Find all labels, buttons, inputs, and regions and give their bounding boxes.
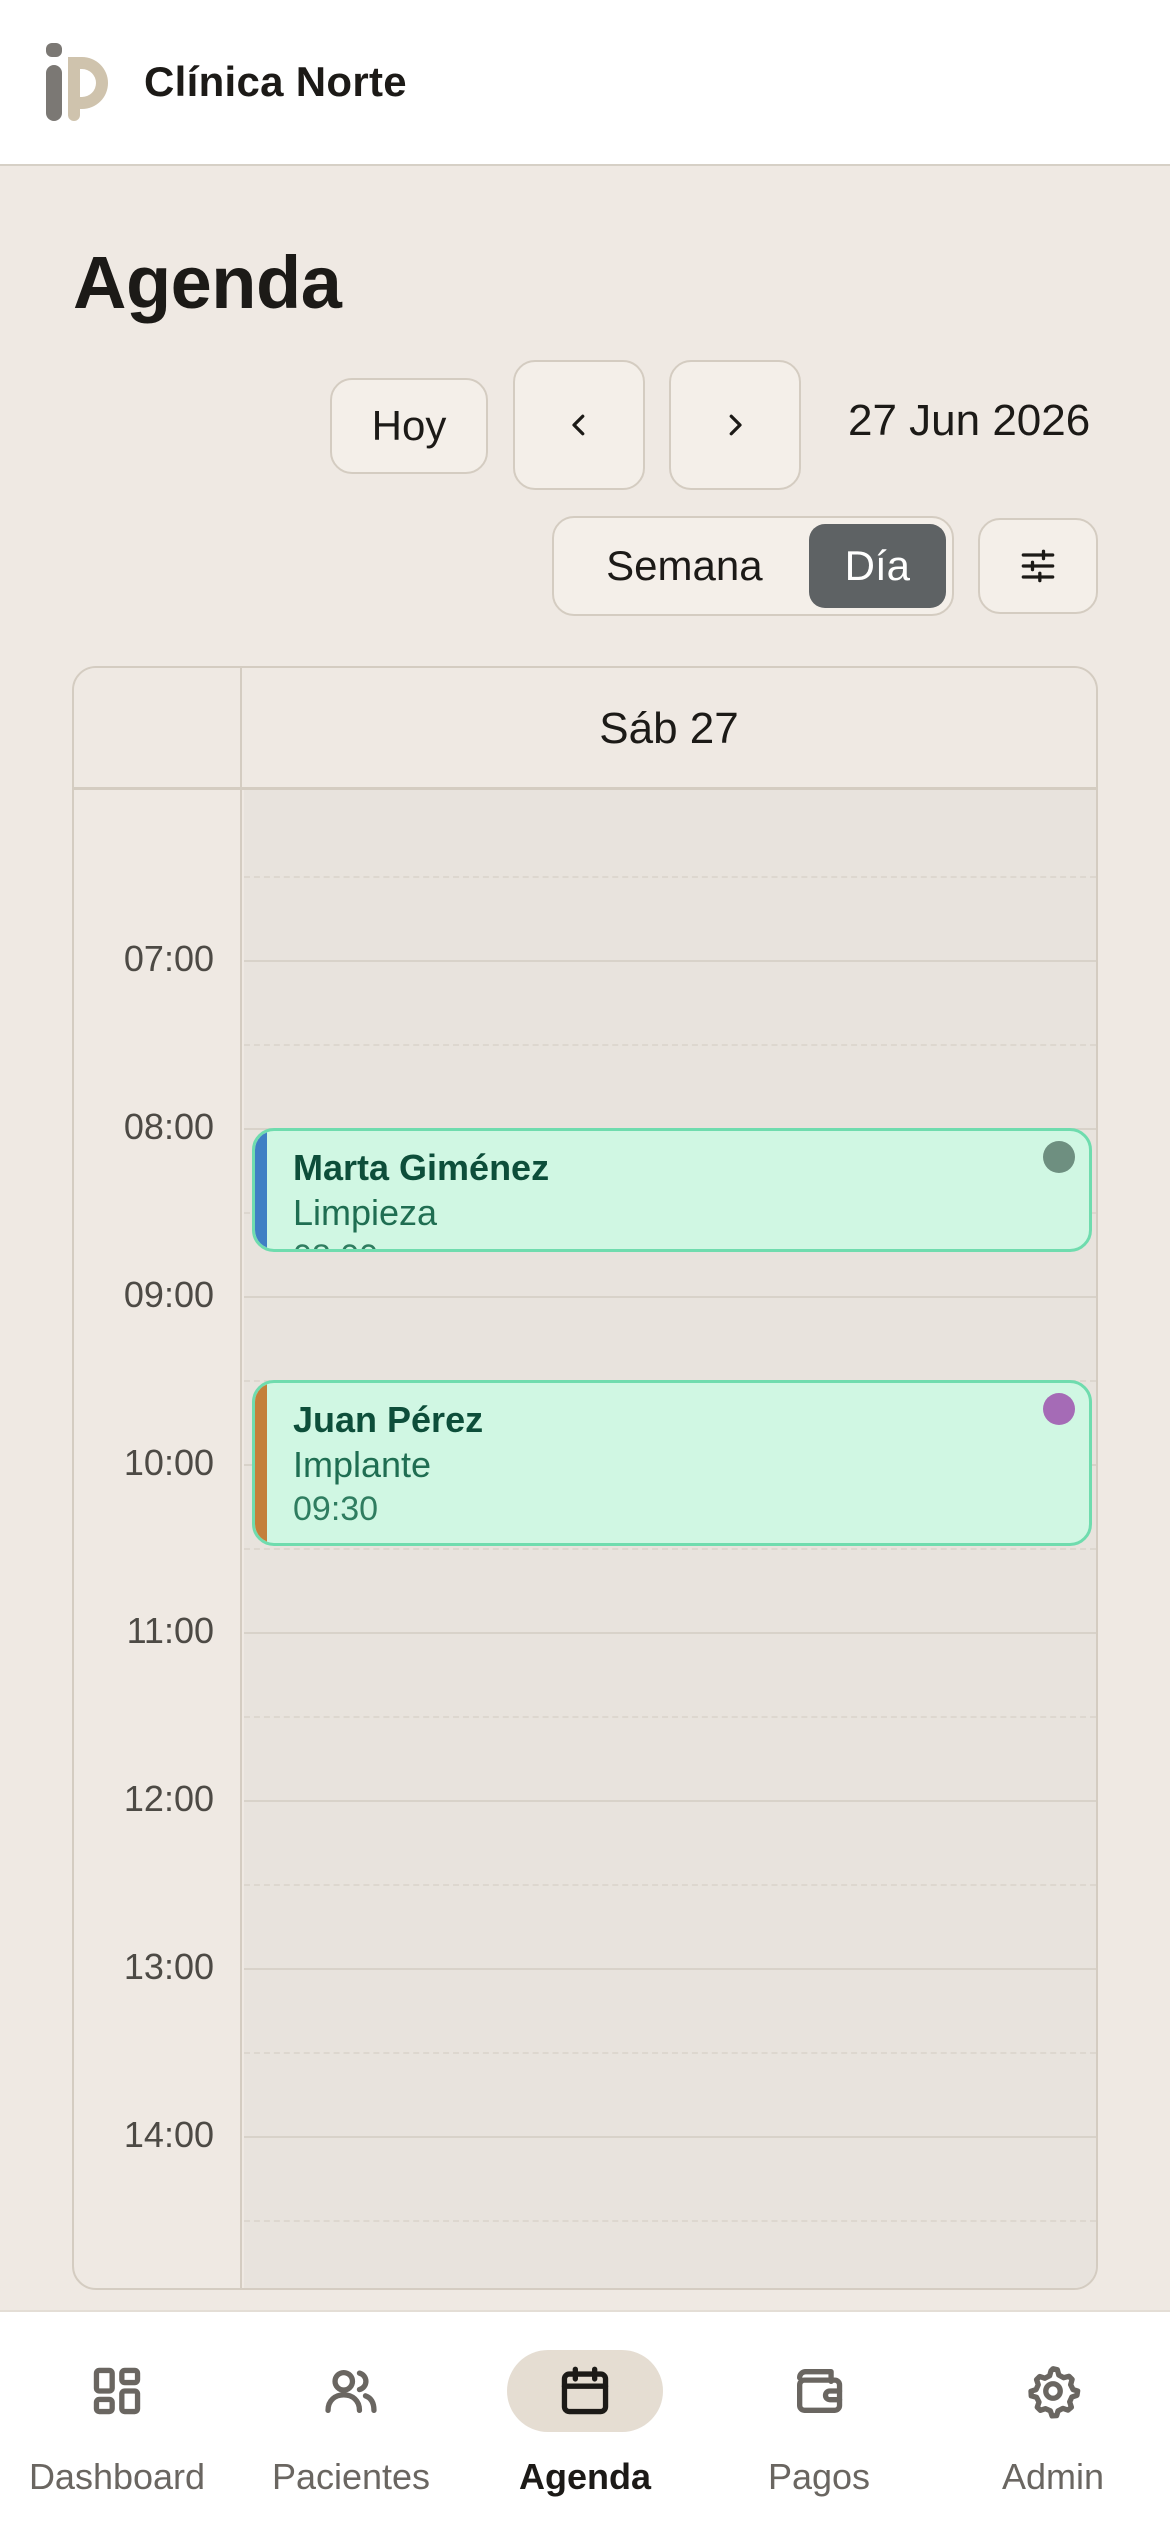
nav-label: Pagos — [767, 2456, 871, 2497]
appointment-card[interactable]: Juan Pérez Implante 09:30 — [252, 1380, 1092, 1546]
status-dot — [1043, 1393, 1075, 1425]
nav-item-dashboard[interactable]: Dashboard — [0, 2312, 234, 2532]
nav-item-admin[interactable]: Admin — [936, 2312, 1170, 2532]
calendar-header: Sáb 27 — [74, 668, 1096, 790]
agenda-page: Clínica Norte Agenda Hoy 27 Jun 2026 Sem… — [0, 0, 1170, 2532]
status-dot — [1043, 1141, 1075, 1173]
clinic-name: Clínica Norte — [144, 58, 407, 105]
calendar-icon — [561, 2366, 609, 2415]
hour-line — [244, 1296, 1096, 1298]
appointment-treatment: Limpieza — [293, 1192, 438, 1233]
hour-line — [244, 1632, 1096, 1634]
today-button[interactable]: Hoy — [330, 378, 488, 474]
appointment-treatment: Implante — [293, 1444, 432, 1485]
time-label: 13:00 — [123, 1946, 214, 1987]
current-date: 27 Jun 2026 — [848, 396, 1091, 445]
app-header: Clínica Norte — [0, 0, 1170, 166]
time-label: 12:00 — [123, 1778, 214, 1819]
previous-day-button[interactable] — [513, 360, 645, 490]
nav-label: Dashboard — [28, 2456, 206, 2497]
appointment-card[interactable]: Marta Giménez Limpieza 08:00 — [252, 1128, 1092, 1252]
day-column[interactable]: Marta Giménez Limpieza 08:00 Juan Pérez … — [244, 790, 1096, 2288]
half-hour-line — [244, 1044, 1096, 1046]
half-hour-line — [244, 1716, 1096, 1718]
view-day-option[interactable]: Día — [808, 524, 946, 608]
day-calendar: Sáb 27 07:00 08:00 09:00 10:00 11:00 12:… — [72, 666, 1098, 2290]
appointment-time: 09:30 — [293, 1490, 379, 1528]
view-week-option[interactable]: Semana — [560, 524, 809, 608]
nav-item-pagos[interactable]: Pagos — [702, 2312, 936, 2532]
nav-label: Agenda — [518, 2456, 651, 2497]
dashboard-icon — [93, 2367, 141, 2415]
chevron-left-icon — [572, 414, 585, 436]
time-label: 10:00 — [123, 1442, 214, 1483]
hour-line — [244, 2136, 1096, 2138]
wallet-icon — [797, 2369, 843, 2413]
chevron-right-icon — [729, 414, 742, 436]
sliders-icon — [1021, 549, 1055, 583]
page-title: Agenda — [73, 241, 342, 324]
time-label: 08:00 — [123, 1106, 214, 1147]
appointment-patient: Marta Giménez — [293, 1147, 550, 1188]
nav-label: Pacientes — [271, 2456, 431, 2497]
time-label: 07:00 — [123, 938, 214, 979]
gear-icon — [1028, 2366, 1081, 2419]
filter-button[interactable] — [978, 518, 1098, 614]
clinic-logo — [46, 43, 108, 121]
half-hour-line — [244, 1884, 1096, 1886]
half-hour-line — [244, 2052, 1096, 2054]
calendar-corner — [74, 668, 242, 790]
time-label: 11:00 — [126, 1610, 214, 1651]
appointment-color-stripe — [255, 1131, 267, 1249]
appointment-patient: Juan Pérez — [293, 1399, 484, 1440]
hour-line — [244, 1800, 1096, 1802]
bottom-nav: Dashboard Pacientes Agenda Pagos Admin — [0, 2310, 1170, 2532]
hour-line — [244, 960, 1096, 962]
users-icon — [325, 2369, 377, 2413]
next-day-button[interactable] — [669, 360, 801, 490]
nav-item-agenda[interactable]: Agenda — [468, 2312, 702, 2532]
time-label: 09:00 — [123, 1274, 214, 1315]
half-hour-line — [244, 1548, 1096, 1550]
nav-label: Admin — [1001, 2456, 1105, 2497]
view-toggle: Semana Día — [552, 516, 954, 616]
half-hour-line — [244, 876, 1096, 878]
day-header: Sáb 27 — [599, 704, 739, 753]
nav-item-pacientes[interactable]: Pacientes — [234, 2312, 468, 2532]
time-column: 07:00 08:00 09:00 10:00 11:00 12:00 13:0… — [74, 790, 242, 2288]
appointment-color-stripe — [255, 1383, 267, 1543]
hour-line — [244, 1968, 1096, 1970]
half-hour-line — [244, 2220, 1096, 2222]
time-label: 14:00 — [123, 2114, 214, 2155]
appointment-time: 08:00 — [293, 1235, 1089, 1249]
